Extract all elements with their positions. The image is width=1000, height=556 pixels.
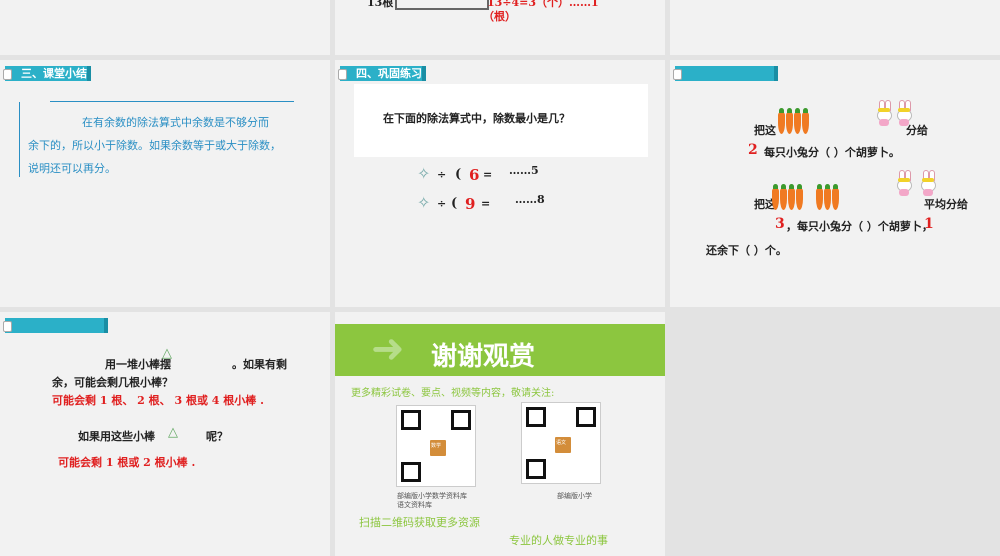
carrot-icon bbox=[832, 184, 839, 210]
q2-b: 呢？ bbox=[206, 430, 228, 443]
star-icon: ✧ bbox=[417, 164, 431, 183]
carrot-icon bbox=[778, 108, 785, 134]
p2-answer-2: 1 bbox=[924, 216, 934, 232]
qr-code: 数学 bbox=[396, 405, 476, 487]
summary-line-3: 说明还可以再分。 bbox=[28, 162, 116, 175]
question-box: 在下面的除法算式中，除数最小是几？ bbox=[354, 84, 648, 157]
thanks-title: 谢谢观赏 bbox=[431, 342, 536, 372]
slogan-text: 专业的人做专业的事 bbox=[509, 534, 608, 547]
carrot-icon bbox=[780, 184, 787, 210]
answer-2: 可能会剩 1 根或 2 根小棒 . bbox=[58, 456, 196, 469]
carrot-icon bbox=[788, 184, 795, 210]
arrow-icon: ➜ bbox=[371, 326, 405, 372]
slide-thumb-carrots[interactable]: 把这 分给 2 每只小兔分（ ）个胡萝卜。 把这 平均分给 3 ，每只小兔分（ … bbox=[670, 60, 1000, 307]
eq1-eq: = bbox=[483, 168, 493, 181]
triangle-icon: △ bbox=[168, 425, 178, 440]
carrot-icon bbox=[816, 184, 823, 210]
triangle-icon: △ bbox=[162, 346, 172, 361]
section-tag-summary: 三、课堂小结 bbox=[3, 66, 91, 81]
carrot-icon bbox=[772, 184, 779, 210]
slide-thumb-thanks[interactable]: ➜ 谢谢观赏 更多精彩试卷、要点、视频等内容，敬请关注: 数学 语文 部编版小学… bbox=[335, 312, 665, 556]
carrot-bunch-3 bbox=[816, 184, 840, 214]
carrot-icon bbox=[802, 108, 809, 134]
thanks-banner: ➜ 谢谢观赏 bbox=[335, 324, 665, 376]
eq1-rem: ……5 bbox=[509, 164, 539, 177]
summary-left-rule bbox=[19, 102, 20, 177]
partial-count-text: 13根 bbox=[367, 0, 394, 9]
carrot-icon bbox=[796, 184, 803, 210]
eq2-paren: ( bbox=[451, 196, 458, 211]
carrot-bunch-1 bbox=[778, 108, 810, 138]
carrot-bunch-2 bbox=[772, 184, 804, 214]
carrot-icon bbox=[794, 108, 801, 134]
carrot-icon bbox=[824, 184, 831, 210]
slide-thumb-3[interactable] bbox=[670, 0, 1000, 55]
p2-line-2: 还余下（ ）个。 bbox=[706, 244, 787, 257]
slide-thumb-1[interactable] bbox=[0, 0, 330, 55]
section-tag-practice: 四、巩固练习 bbox=[338, 66, 426, 81]
summary-rule bbox=[50, 101, 294, 102]
p1-start: 把这 bbox=[754, 124, 776, 137]
slide-thumb-2[interactable]: 13根 13÷4=3（个）……1 （根） bbox=[335, 0, 665, 55]
summary-line-2: 余下的，所以小于除数。如果余数等于或大于除数， bbox=[28, 139, 281, 152]
bunny-icon bbox=[896, 170, 912, 196]
eq1-div: ÷ bbox=[437, 168, 447, 181]
follow-text: 更多精彩试卷、要点、视频等内容，敬请关注: bbox=[351, 388, 555, 399]
qr1-caption-2: 语文资料库 bbox=[397, 501, 432, 509]
eq2-div: ÷ bbox=[437, 197, 447, 210]
qr2-caption: 部编版小学 bbox=[557, 492, 592, 500]
qr-code: 语文 bbox=[521, 402, 601, 484]
scan-text: 扫描二维码获取更多资源 bbox=[359, 516, 480, 529]
p1-end: 分给 bbox=[906, 124, 928, 137]
eq2-rem: ……8 bbox=[515, 193, 545, 206]
carrot-icon bbox=[786, 108, 793, 134]
slide-thumb-sticks[interactable]: 用一堆小棒摆 △ 。如果有剩 余，可能会剩几根小棒？ 可能会剩 1 根、 2 根… bbox=[0, 312, 330, 556]
bunny-icon bbox=[876, 100, 892, 126]
q1-b: 。如果有剩 bbox=[232, 358, 287, 371]
eq2-eq: = bbox=[481, 197, 491, 210]
section-tag-carrots bbox=[673, 66, 778, 81]
practice-question: 在下面的除法算式中，除数最小是几？ bbox=[383, 112, 570, 125]
qr-center-label: 语文 bbox=[556, 440, 567, 446]
eq1-answer: 6 bbox=[469, 166, 480, 184]
p2-end: 平均分给 bbox=[924, 198, 968, 211]
q1-c: 余，可能会剩几根小棒？ bbox=[52, 376, 173, 389]
summary-line-1: 在有余数的除法算式中余数是不够分而 bbox=[82, 116, 269, 129]
bunny-icon bbox=[920, 170, 936, 196]
p2-line: ，每只小兔分（ ）个胡萝卜， bbox=[786, 220, 933, 233]
slide-thumb-summary[interactable]: 三、课堂小结 在有余数的除法算式中余数是不够分而 余下的，所以小于除数。如果余数… bbox=[0, 60, 330, 307]
eq2-answer: 9 bbox=[465, 195, 476, 213]
answer-1: 可能会剩 1 根、 2 根、 3 根或 4 根小棒 . bbox=[52, 394, 264, 407]
section-tag-sticks bbox=[3, 318, 108, 333]
p1-answer: 2 bbox=[748, 142, 758, 158]
eq1-paren: ( bbox=[455, 167, 462, 182]
qr-center-label: 数学 bbox=[431, 443, 442, 449]
p1-line: 每只小兔分（ ）个胡萝卜。 bbox=[764, 146, 900, 159]
q2-a: 如果用这些小棒 bbox=[78, 430, 155, 443]
star-icon: ✧ bbox=[417, 193, 431, 212]
p2-answer: 3 bbox=[775, 216, 785, 232]
stick-squares bbox=[395, 0, 489, 10]
empty-slot bbox=[670, 312, 1000, 556]
slide-thumb-practice[interactable]: 四、巩固练习 在下面的除法算式中，除数最小是几？ ✧ ÷ ( 6 = ……5 ✧… bbox=[335, 60, 665, 307]
partial-formula-unit: （根） bbox=[483, 10, 516, 23]
